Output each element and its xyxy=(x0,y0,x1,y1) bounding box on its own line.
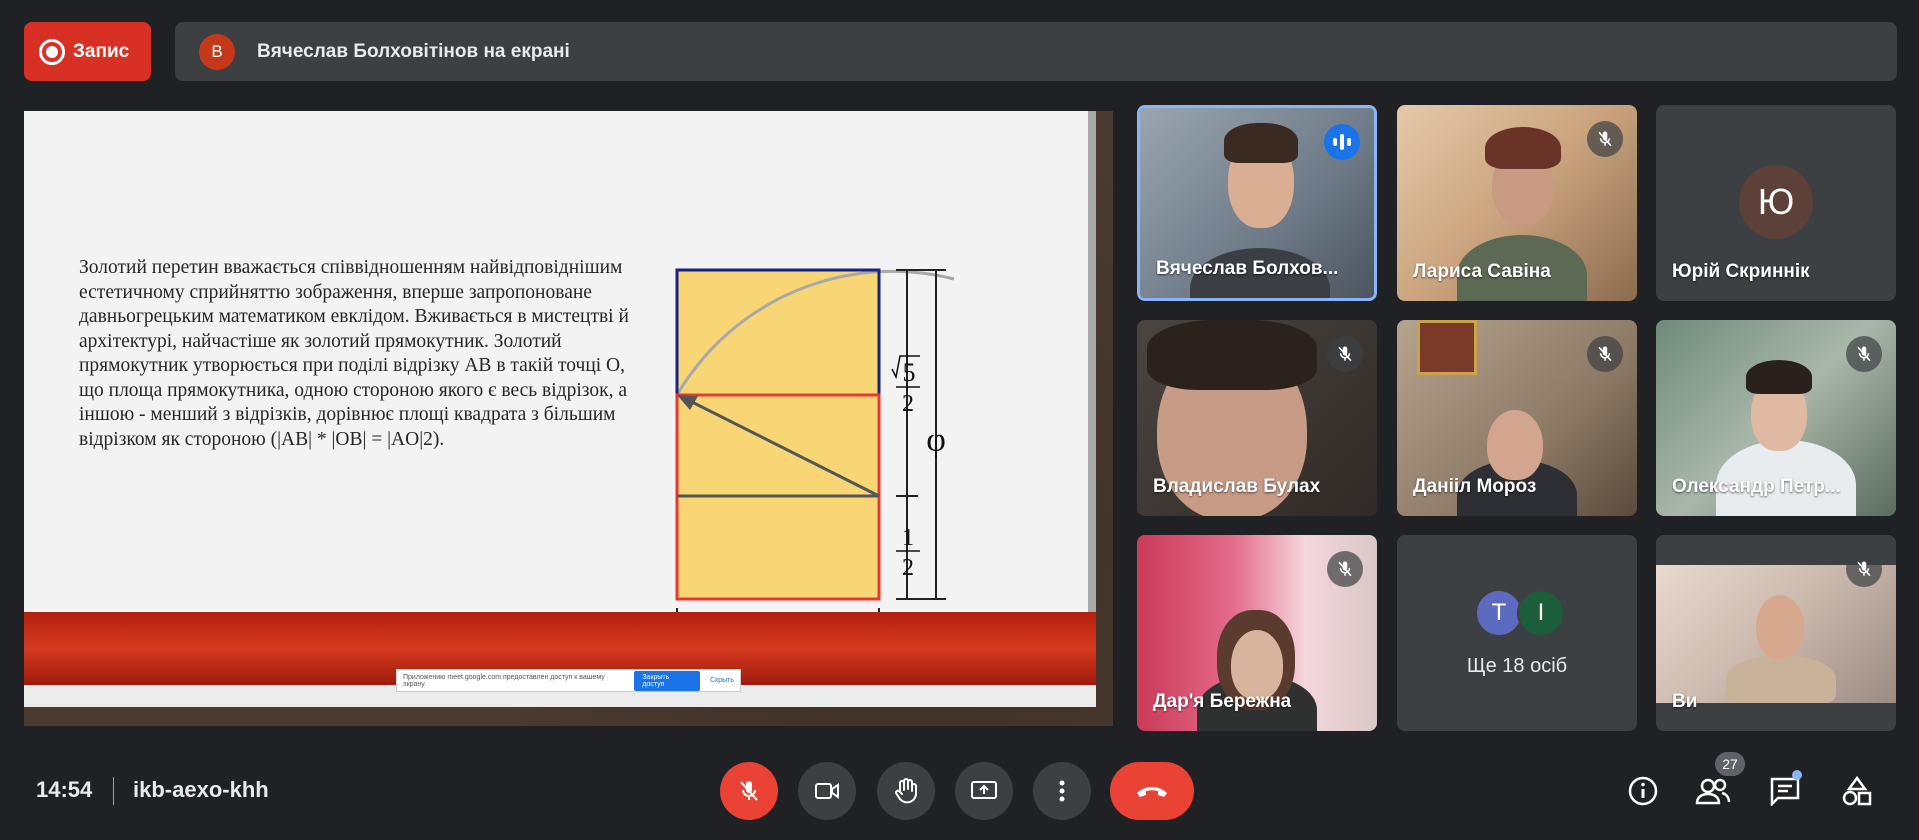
hand-icon xyxy=(895,778,917,804)
presenter-avatar: В xyxy=(199,33,235,70)
people-button[interactable] xyxy=(1692,770,1734,812)
participant-name: Лариса Савіна xyxy=(1413,261,1551,282)
mic-off-icon xyxy=(1846,336,1882,372)
golden-rectangle-diagram: 5 2 φ 1 2 1 xyxy=(675,268,955,641)
sqrt5-text: 5 xyxy=(903,358,916,387)
mic-off-icon xyxy=(1846,551,1882,587)
chat-icon xyxy=(1770,777,1800,806)
mic-off-icon xyxy=(740,781,758,801)
activities-button[interactable] xyxy=(1836,770,1878,812)
unread-indicator xyxy=(1792,770,1802,780)
meeting-code: ikb-aexo-khh xyxy=(133,777,269,802)
more-avatars: T I xyxy=(1475,589,1565,637)
participant-name: Дар'я Бережна xyxy=(1153,691,1292,712)
recording-label: Запис xyxy=(73,40,130,62)
screen-share-banner: Приложению meet.google.com предоставлен … xyxy=(396,669,741,692)
participant-name: Вячеслав Болхов... xyxy=(1156,258,1339,279)
shared-screen: Золотий перетин вважається співвідношенн… xyxy=(24,111,1113,726)
participant-tile[interactable]: Олександр Петр... xyxy=(1656,320,1896,516)
participant-tile[interactable]: Дар'я Бережна xyxy=(1137,535,1377,731)
more-participants-tile[interactable]: T I Ще 18 осіб xyxy=(1397,535,1637,731)
speaking-indicator-icon xyxy=(1324,124,1360,160)
sqrt5-denominator: 2 xyxy=(902,391,914,417)
yellow-top-rect xyxy=(677,270,879,395)
participant-tile[interactable]: Вячеслав Болхов... xyxy=(1137,105,1377,301)
mic-off-icon xyxy=(1327,551,1363,587)
camera-toggle-button[interactable] xyxy=(798,762,856,820)
presenter-bar: В Вячеслав Болховітінов на екрані xyxy=(175,22,1897,81)
participant-tile[interactable]: Ю Юрій Скриннік xyxy=(1656,105,1896,301)
raise-hand-button[interactable] xyxy=(877,762,935,820)
present-icon xyxy=(971,781,997,799)
record-icon xyxy=(39,38,65,65)
recording-button[interactable]: Запис xyxy=(24,22,151,81)
mic-off-icon xyxy=(1587,336,1623,372)
participant-name: Олександр Петр... xyxy=(1672,476,1841,497)
participant-tile[interactable]: Владислав Булах xyxy=(1137,320,1377,516)
leave-call-button[interactable] xyxy=(1110,762,1194,820)
self-tile[interactable]: Ви xyxy=(1656,535,1896,731)
half-denominator: 2 xyxy=(902,555,914,581)
divider xyxy=(113,777,114,805)
participant-tile[interactable]: Данііл Мороз xyxy=(1397,320,1637,516)
hang-up-icon xyxy=(1137,787,1167,797)
half-numerator: 1 xyxy=(902,525,914,551)
participant-avatar: Ю xyxy=(1739,165,1813,239)
participant-avatar: T xyxy=(1475,589,1523,637)
activities-icon xyxy=(1842,775,1872,806)
more-participants-label: Ще 18 осіб xyxy=(1466,655,1568,677)
participant-tile[interactable]: Лариса Савіна xyxy=(1397,105,1637,301)
participant-name: Данііл Мороз xyxy=(1413,476,1537,497)
share-banner-text: Приложению meet.google.com предоставлен … xyxy=(403,673,605,688)
participant-name: Юрій Скриннік xyxy=(1672,261,1810,282)
participant-avatar: I xyxy=(1517,589,1565,637)
participants-count-badge: 27 xyxy=(1715,752,1745,776)
more-options-button[interactable] xyxy=(1033,762,1091,820)
hide-banner-link[interactable]: Скрыть xyxy=(710,677,734,684)
stop-sharing-button[interactable]: Закрыть доступ xyxy=(634,670,701,691)
slide: Золотий перетин вважається співвідношенн… xyxy=(24,111,1096,707)
meeting-time: 14:54 xyxy=(36,777,93,802)
meeting-details-button[interactable] xyxy=(1622,770,1664,812)
participant-name: Ви xyxy=(1672,691,1698,712)
presenter-text: Вячеслав Болховітінов на екрані xyxy=(257,40,570,62)
phi-symbol: φ xyxy=(926,422,946,459)
slide-paragraph: Золотий перетин вважається співвідношенн… xyxy=(79,257,629,450)
people-icon xyxy=(1695,778,1731,805)
participant-name: Владислав Булах xyxy=(1153,476,1321,497)
info-icon xyxy=(1628,776,1658,806)
present-screen-button[interactable] xyxy=(955,762,1013,820)
mic-off-icon xyxy=(1587,121,1623,157)
camera-icon xyxy=(815,783,839,799)
more-vert-icon xyxy=(1059,780,1065,802)
mic-toggle-button[interactable] xyxy=(720,762,778,820)
mic-off-icon xyxy=(1327,336,1363,372)
